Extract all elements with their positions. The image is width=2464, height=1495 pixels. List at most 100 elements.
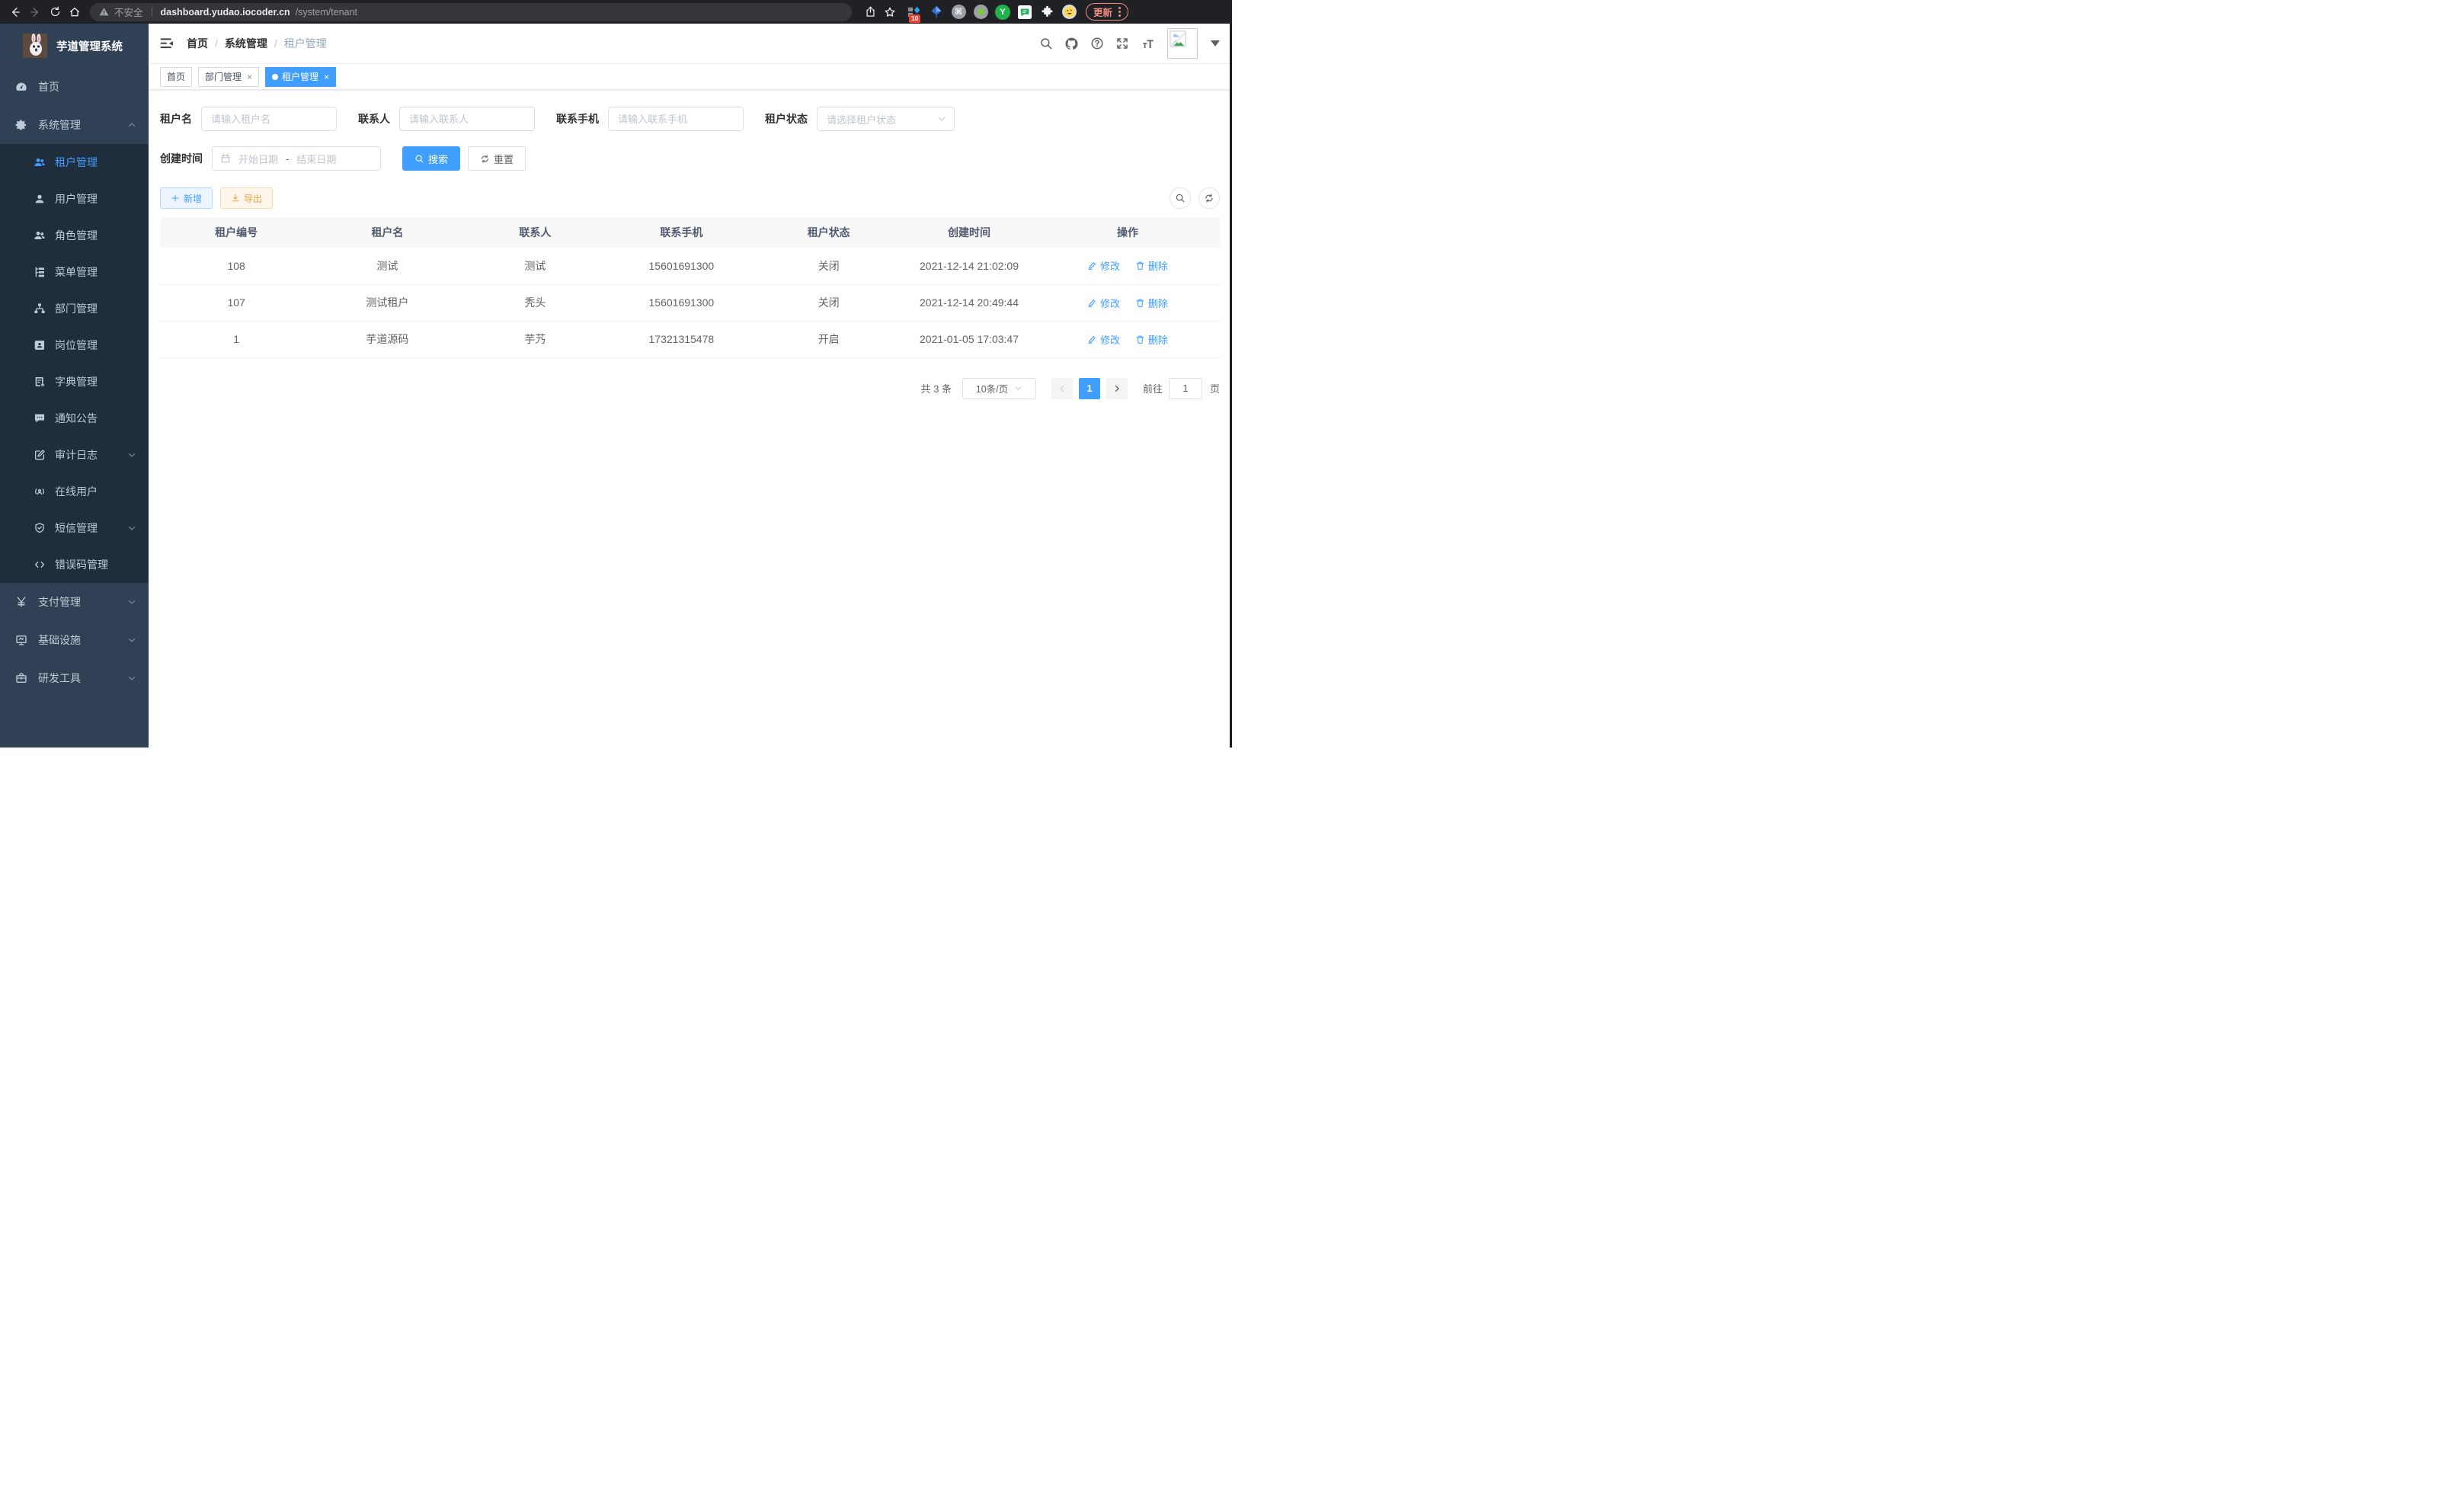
delete-button[interactable]: 删除 <box>1135 296 1168 310</box>
tab-close-icon[interactable]: × <box>247 72 252 82</box>
reload-button[interactable] <box>46 3 64 21</box>
tab-dept-management[interactable]: 部门管理× <box>198 67 259 87</box>
sidebar-item-dept-management[interactable]: 部门管理 <box>0 290 149 327</box>
sidebar-item-menu-management[interactable]: 菜单管理 <box>0 254 149 290</box>
sidebar-item-label: 错误码管理 <box>55 557 108 572</box>
sidebar-item-dict-management[interactable]: 字典管理 <box>0 363 149 400</box>
status-select[interactable]: 请选择租户状态 <box>817 107 955 131</box>
sidebar-item-tenant-management[interactable]: 租户管理 <box>0 144 149 181</box>
refresh-table-button[interactable] <box>1198 187 1220 209</box>
help-button[interactable] <box>1090 37 1104 50</box>
home-button[interactable] <box>66 3 84 21</box>
sidebar-item-online-users[interactable]: 在线用户 <box>0 473 149 510</box>
sidebar-item-post-management[interactable]: 岗位管理 <box>0 327 149 363</box>
font-size-button[interactable] <box>1141 37 1156 50</box>
sidebar-toggle-button[interactable] <box>159 36 174 51</box>
export-button[interactable]: 导出 <box>220 187 273 209</box>
github-button[interactable] <box>1064 37 1079 51</box>
sitemap-icon <box>34 303 46 315</box>
sidebar-item-label: 用户管理 <box>55 191 98 206</box>
search-icon <box>414 154 424 164</box>
question-icon <box>1090 37 1104 50</box>
extension-y-icon[interactable]: Y <box>995 5 1010 20</box>
pagination: 共 3 条 10条/页 1 前往 页 <box>160 378 1220 399</box>
column-header-operations: 操作 <box>1035 217 1220 248</box>
post-badge-icon <box>34 339 46 351</box>
browser-menu-dots-icon[interactable] <box>1118 7 1121 17</box>
page-size-select[interactable]: 10条/页 <box>962 378 1036 399</box>
extension-command-icon[interactable]: ⌘ <box>951 5 966 20</box>
add-button[interactable]: 新增 <box>160 187 213 209</box>
share-button[interactable] <box>861 3 879 21</box>
address-bar[interactable]: 不安全 dashboard.yudao.iocoder.cn/system/te… <box>90 3 852 21</box>
toggle-search-button[interactable] <box>1170 187 1191 209</box>
extension-pin-icon[interactable]: 10 <box>907 5 922 20</box>
prev-page-button[interactable] <box>1051 378 1073 399</box>
contact-input[interactable] <box>399 107 535 131</box>
sidebar-item-notice[interactable]: 通知公告 <box>0 400 149 437</box>
extension-chat-icon[interactable] <box>1017 5 1032 20</box>
fullscreen-button[interactable] <box>1115 37 1129 50</box>
sidebar-item-audit-log[interactable]: 审计日志 <box>0 437 149 473</box>
search-button[interactable]: 搜索 <box>402 146 460 171</box>
tab-tenant-management[interactable]: 租户管理× <box>265 67 336 87</box>
header-search-button[interactable] <box>1039 37 1053 50</box>
extensions-area: 10 ⌘ Y <box>907 5 1077 20</box>
logo-avatar <box>23 34 47 58</box>
extension-green-dot-icon[interactable] <box>973 5 988 20</box>
sidebar-item-sms-management[interactable]: 短信管理 <box>0 510 149 546</box>
sidebar-item-system-management[interactable]: 系统管理 <box>0 106 149 144</box>
user-avatar[interactable] <box>1167 28 1198 59</box>
edit-button[interactable]: 修改 <box>1087 332 1120 347</box>
breadcrumb-item-home[interactable]: 首页 <box>187 36 208 51</box>
goto-page-input[interactable] <box>1169 378 1202 399</box>
table-row: 1 芋道源码 芋艿 17321315478 开启 2021-01-05 17:0… <box>160 321 1220 357</box>
date-start-placeholder: 开始日期 <box>238 152 278 166</box>
chevron-down-icon <box>1014 384 1022 392</box>
sidebar-item-error-code-management[interactable]: 错误码管理 <box>0 546 149 583</box>
hamburger-icon <box>159 36 174 51</box>
field-label: 联系手机 <box>556 111 599 126</box>
sidebar-item-dev-tools[interactable]: 研发工具 <box>0 659 149 697</box>
chevron-down-icon <box>127 674 136 683</box>
update-button[interactable]: 更新 <box>1086 3 1128 21</box>
edit-button[interactable]: 修改 <box>1087 258 1120 273</box>
dashboard-icon <box>15 81 27 93</box>
extension-puzzle-icon[interactable] <box>1039 5 1054 20</box>
table-row: 108 测试 测试 15601691300 关闭 2021-12-14 21:0… <box>160 248 1220 284</box>
sidebar-item-role-management[interactable]: 角色管理 <box>0 217 149 254</box>
forward-button[interactable] <box>26 3 44 21</box>
extension-kite-icon[interactable] <box>929 5 944 20</box>
sidebar-item-label: 首页 <box>38 79 59 94</box>
column-header-created: 创建时间 <box>903 217 1035 248</box>
breadcrumb-item-system[interactable]: 系统管理 <box>225 36 267 51</box>
next-page-button[interactable] <box>1106 378 1128 399</box>
sidebar-item-label: 基础设施 <box>38 632 81 648</box>
date-range-picker[interactable]: 开始日期 - 结束日期 <box>212 146 381 171</box>
filter-mobile: 联系手机 <box>556 107 744 131</box>
mobile-input[interactable] <box>608 107 744 131</box>
tenant-name-input[interactable] <box>201 107 337 131</box>
cell-created: 2021-12-14 21:02:09 <box>903 248 1035 284</box>
current-page-button[interactable]: 1 <box>1079 378 1100 399</box>
delete-button[interactable]: 删除 <box>1135 258 1168 273</box>
plus-icon <box>171 194 180 203</box>
page-suffix-label: 页 <box>1210 381 1220 395</box>
reset-button[interactable]: 重置 <box>468 146 526 171</box>
cell-contact: 秃头 <box>462 284 608 321</box>
sidebar-item-infrastructure[interactable]: 基础设施 <box>0 621 149 659</box>
tab-close-icon[interactable]: × <box>324 72 329 82</box>
delete-button[interactable]: 删除 <box>1135 332 1168 347</box>
tab-home[interactable]: 首页 <box>160 67 192 87</box>
edit-button[interactable]: 修改 <box>1087 296 1120 310</box>
cell-mobile: 15601691300 <box>608 248 754 284</box>
app-title: 芋道管理系统 <box>56 38 123 54</box>
bookmark-star-button[interactable] <box>881 3 899 21</box>
avatar-caret-button[interactable] <box>1211 40 1220 46</box>
back-button[interactable] <box>6 3 24 21</box>
profile-avatar-button[interactable] <box>1061 5 1077 20</box>
sidebar-item-payment-management[interactable]: 支付管理 <box>0 583 149 621</box>
sidebar-item-home[interactable]: 首页 <box>0 68 149 106</box>
sidebar-item-user-management[interactable]: 用户管理 <box>0 181 149 217</box>
app-logo[interactable]: 芋道管理系统 <box>0 24 149 68</box>
